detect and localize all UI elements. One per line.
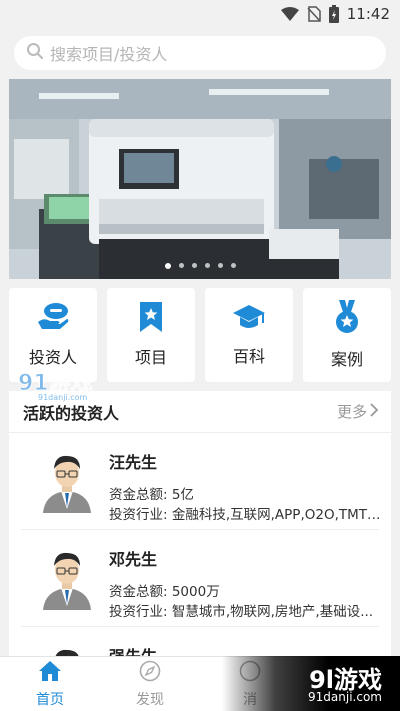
watermark-logo: 91游戏 91danji.com [16,366,116,403]
battery-charging-icon [328,5,339,23]
active-investors-section: 活跃的投资人 更多 汪先生 资金总额: 5亿 投资行业: 金融科技,互联网,AP… [9,391,391,661]
chevron-right-icon [369,402,379,422]
investor-funds: 资金总额: 5亿 [109,487,194,503]
medal-icon [333,300,361,338]
carousel-dot[interactable] [204,263,210,268]
search-input[interactable]: 搜索项目/投资人 [14,36,386,70]
tab-label: 发现 [136,692,164,708]
section-title: 活跃的投资人 [23,403,120,423]
more-link[interactable]: 更多 [337,401,379,422]
more-label: 更多 [336,403,367,421]
investor-item[interactable]: 汪先生 资金总额: 5亿 投资行业: 金融科技,互联网,APP,O2O,TMT,… [21,433,381,530]
compass-icon [139,660,161,686]
status-bar: 11:42 [0,0,400,28]
category-label: 百科 [232,347,265,366]
search-placeholder: 搜索项目/投资人 [50,45,168,64]
avatar [43,552,91,610]
tab-label: 首页 [36,692,64,708]
home-icon [38,660,62,686]
investor-industry: 投资行业: 智慧城市,物联网,房地产,基础设... [109,604,374,620]
category-project[interactable]: 项目 [107,288,195,382]
investor-name: 汪先生 [109,453,158,472]
carousel-dot[interactable] [191,263,197,268]
investor-icon [36,302,70,336]
category-encyclopedia[interactable]: 百科 [205,288,293,382]
carousel-dot[interactable] [230,263,236,268]
tab-home[interactable]: 首页 [0,657,100,711]
category-case[interactable]: 案例 [303,288,391,382]
category-label: 案例 [330,350,363,369]
category-label: 投资人 [28,348,77,367]
category-label: 项目 [134,348,167,367]
investor-item[interactable]: 邓先生 资金总额: 5000万 投资行业: 智慧城市,物联网,房地产,基础设..… [21,530,379,627]
wifi-icon [280,7,299,21]
graduation-cap-icon [232,303,266,335]
banner-image [9,79,391,279]
carousel-dot[interactable] [178,263,184,268]
status-time: 11:42 [346,5,390,23]
carousel-indicator [9,263,391,269]
search-icon [26,42,44,64]
watermark-site-text: 91danji.com [38,393,88,402]
no-sim-icon [307,6,321,22]
carousel-dot[interactable] [217,263,223,268]
bookmark-star-icon [138,302,164,336]
corner-watermark-site: 91danji.com [308,690,382,704]
investor-industry: 投资行业: 金融科技,互联网,APP,O2O,TMT,生... [109,507,381,523]
banner-carousel[interactable] [9,79,391,279]
investor-name: 邓先生 [109,550,158,569]
corner-watermark: 9l游戏 91danji.com [222,656,400,711]
tab-discover[interactable]: 发现 [100,657,200,711]
investor-funds: 资金总额: 5000万 [109,584,220,600]
carousel-dot[interactable] [164,263,171,269]
avatar [43,455,91,513]
